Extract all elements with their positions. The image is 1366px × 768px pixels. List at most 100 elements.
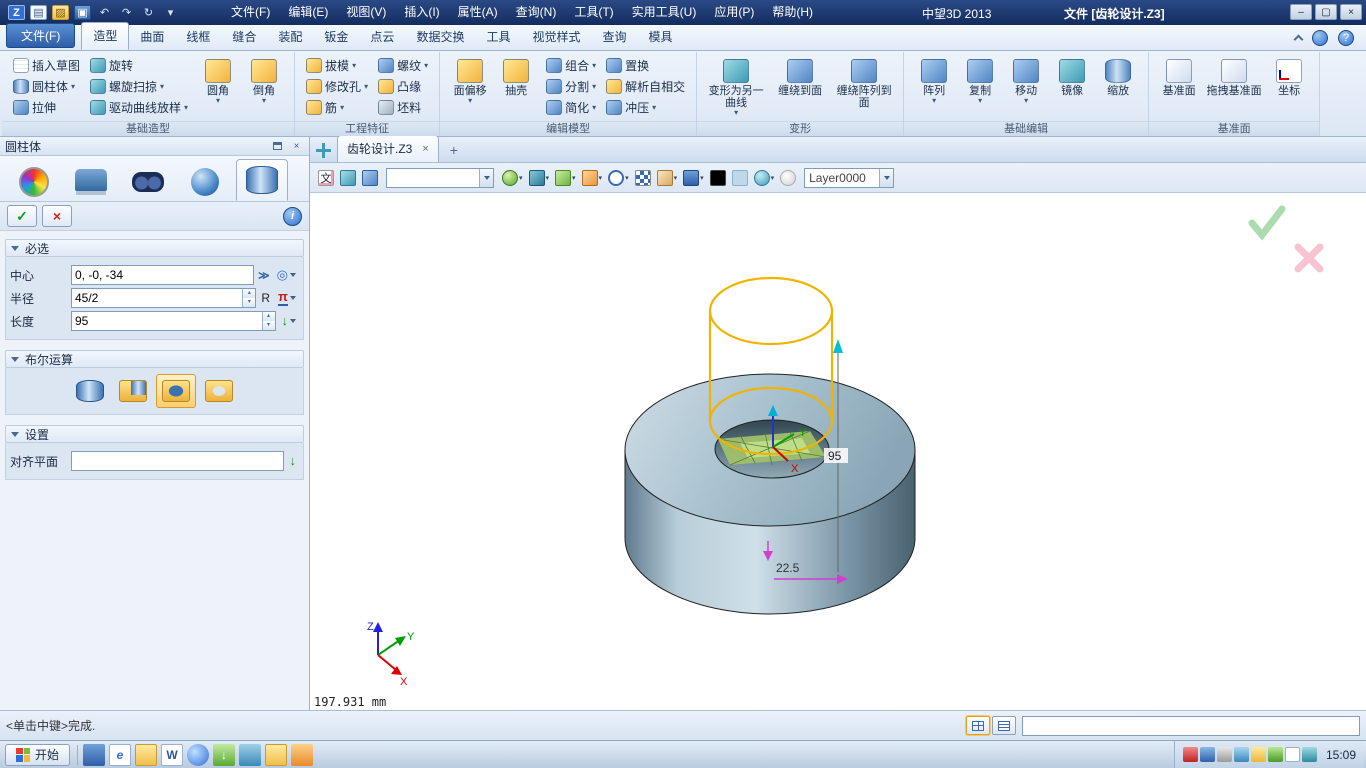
ribbon-copy[interactable]: 复制	[957, 55, 1003, 115]
tab-surface[interactable]: 曲面	[129, 24, 175, 50]
face-color-swatch[interactable]	[730, 169, 750, 187]
tab-data-exchange[interactable]: 数据交换	[405, 24, 475, 50]
status-command-input[interactable]	[1022, 716, 1360, 736]
tab-shape[interactable]: 造型	[81, 22, 129, 50]
background-style-icon[interactable]	[752, 169, 777, 187]
ribbon-thread[interactable]: 螺纹	[374, 55, 432, 76]
menu-insert[interactable]: 插入(I)	[395, 0, 448, 25]
entity-filter-combo[interactable]	[386, 168, 494, 188]
length-measure-button[interactable]: ↓	[279, 312, 300, 330]
section-required-header[interactable]: 必选	[5, 239, 304, 257]
menu-utilities[interactable]: 实用工具(U)	[623, 0, 706, 25]
align-plane-picker-button[interactable]: ↓	[287, 452, 300, 470]
ribbon-extrude[interactable]: 拉伸	[9, 97, 84, 118]
edge-color-swatch[interactable]	[708, 169, 728, 187]
start-button[interactable]: 开始	[5, 744, 70, 766]
ribbon-mirror[interactable]: 镜像	[1049, 55, 1095, 115]
ribbon-stock[interactable]: 坯料	[374, 97, 432, 118]
taskbar-desktop-icon[interactable]	[83, 744, 105, 766]
ribbon-pattern[interactable]: 阵列	[911, 55, 957, 115]
monitor-display-icon[interactable]	[681, 169, 706, 187]
tray-input-method-icon[interactable]	[1285, 747, 1300, 762]
tray-usb-icon[interactable]	[1217, 747, 1232, 762]
panel-close-icon[interactable]: ×	[289, 139, 304, 153]
manager-solid-icon[interactable]	[65, 163, 117, 201]
3d-scene[interactable]: Y X 95 22.5	[310, 193, 1366, 710]
point-picker-button[interactable]: ◎	[274, 266, 299, 284]
section-boolean-header[interactable]: 布尔运算	[5, 350, 304, 368]
pan-tabs-icon[interactable]	[316, 143, 331, 158]
close-button[interactable]: ×	[1340, 4, 1362, 20]
taskbar-download-icon[interactable]: ↓	[213, 744, 235, 766]
options-icon[interactable]	[1312, 30, 1328, 46]
view-orientation-icon[interactable]	[500, 169, 525, 187]
menu-edit[interactable]: 编辑(E)	[279, 0, 337, 25]
ribbon-morph-to-curve[interactable]: 变形为另一曲线	[704, 55, 768, 117]
ribbon-drag-datum-plane[interactable]: 拖拽基准面	[1202, 55, 1266, 115]
confirm-ok-mark[interactable]	[1252, 209, 1282, 235]
ribbon-scale[interactable]: 缩放	[1095, 55, 1141, 115]
regen-icon[interactable]: ↻	[140, 5, 157, 20]
circle-select-icon[interactable]	[606, 169, 631, 187]
center-input[interactable]	[71, 265, 254, 285]
manager-input-icon[interactable]	[236, 159, 288, 201]
taskbar-folder-icon[interactable]	[135, 744, 157, 766]
taskbar-timer-icon[interactable]	[291, 744, 313, 766]
ribbon-revolve[interactable]: 旋转	[86, 55, 192, 76]
tab-mold[interactable]: 模具	[638, 24, 684, 50]
new-file-icon[interactable]: ▤	[30, 5, 47, 20]
tab-close-icon[interactable]: ×	[422, 143, 428, 155]
ribbon-move[interactable]: 移动	[1003, 55, 1049, 115]
ribbon-rib[interactable]: 筋	[302, 97, 372, 118]
tab-sheet-metal[interactable]: 钣金	[313, 24, 359, 50]
taskbar-word-icon[interactable]: W	[161, 744, 183, 766]
ribbon-resolve-self-intersection[interactable]: 解析自相交	[602, 76, 689, 97]
minimize-button[interactable]: –	[1290, 4, 1312, 20]
new-tab-icon[interactable]: +	[443, 140, 465, 162]
radius-spinner[interactable]	[242, 289, 255, 307]
ribbon-draft[interactable]: 拔模	[302, 55, 372, 76]
help-icon[interactable]: ?	[1338, 30, 1354, 46]
ribbon-divide[interactable]: 分割	[542, 76, 600, 97]
tray-volume-icon[interactable]	[1251, 747, 1266, 762]
length-spinner[interactable]	[262, 312, 275, 330]
radius-mode-toggle[interactable]: R	[259, 291, 272, 305]
section-view-icon[interactable]	[580, 169, 605, 187]
boolean-add-icon[interactable]	[113, 374, 153, 408]
menu-help[interactable]: 帮助(H)	[763, 0, 822, 25]
menu-attributes[interactable]: 属性(A)	[449, 0, 507, 25]
ribbon-face-offset[interactable]: 面偏移	[447, 55, 493, 115]
tab-inquire[interactable]: 查询	[591, 24, 637, 50]
tab-tools[interactable]: 工具	[475, 24, 521, 50]
radius-measure-button[interactable]: π	[275, 288, 299, 308]
taskbar-ie-icon[interactable]: e	[109, 744, 131, 766]
tab-wireframe[interactable]: 线框	[175, 24, 221, 50]
ribbon-chamfer[interactable]: 倒角	[241, 55, 287, 115]
ribbon-datum-plane[interactable]: 基准面	[1156, 55, 1202, 115]
ribbon-punch[interactable]: 冲压	[602, 97, 689, 118]
tab-assembly[interactable]: 装配	[267, 24, 313, 50]
ribbon-collapse-icon[interactable]	[1294, 35, 1304, 45]
tab-visual-style[interactable]: 视觉样式	[521, 24, 591, 50]
taskbar-folder2-icon[interactable]	[265, 744, 287, 766]
menu-tools[interactable]: 工具(T)	[565, 0, 622, 25]
wireframe-mode-icon[interactable]	[553, 169, 578, 187]
layer-bulb-icon[interactable]	[778, 169, 798, 187]
gear-blank-solid[interactable]	[625, 374, 915, 614]
open-file-icon[interactable]: ▨	[52, 5, 69, 20]
table-panel-icon[interactable]	[966, 716, 990, 735]
cancel-button[interactable]: ×	[42, 205, 72, 227]
measure-icon[interactable]	[655, 169, 680, 187]
ribbon-simplify[interactable]: 简化	[542, 97, 600, 118]
ribbon-spiral-sweep[interactable]: 螺旋扫掠	[86, 76, 192, 97]
align-plane-input[interactable]	[71, 451, 284, 471]
panel-dock-icon[interactable]	[270, 139, 285, 153]
quick-access-dropdown-icon[interactable]: ▾	[162, 5, 179, 20]
list-panel-icon[interactable]	[992, 716, 1016, 735]
document-tab[interactable]: 齿轮设计.Z3 ×	[337, 135, 439, 162]
undo-icon[interactable]: ↶	[96, 5, 113, 20]
tray-network-icon[interactable]	[1234, 747, 1249, 762]
ribbon-cylinder[interactable]: 圆柱体	[9, 76, 84, 97]
expand-input-icon[interactable]: ≫	[257, 269, 271, 282]
ribbon-driven-curve-loft[interactable]: 驱动曲线放样	[86, 97, 192, 118]
